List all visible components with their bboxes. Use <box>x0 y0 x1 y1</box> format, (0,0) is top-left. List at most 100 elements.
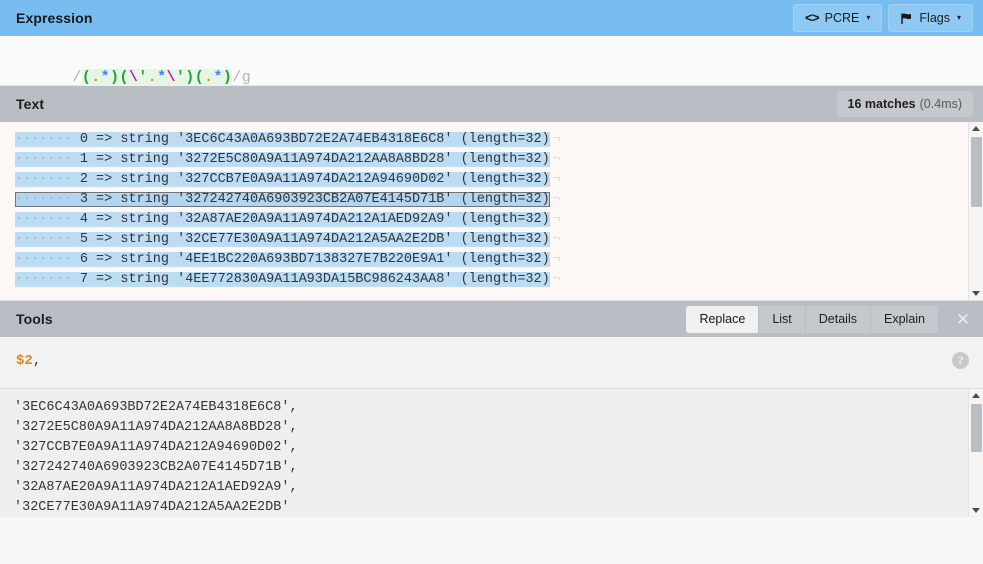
match-highlight[interactable]: ······· 5 => string '32CE77E30A9A11A974D… <box>15 232 550 247</box>
scroll-up-arrow[interactable] <box>969 389 983 402</box>
tools-panel-header: Tools Replace List Details Explain ✕ <box>0 301 983 337</box>
match-highlight[interactable]: ······· 6 => string '4EE1BC220A693BD7138… <box>15 252 550 267</box>
close-tools-button[interactable]: ✕ <box>953 311 973 328</box>
chevron-down-icon: ▾ <box>866 13 871 22</box>
flags-button[interactable]: Flags ▾ <box>888 4 973 32</box>
text-line[interactable]: ······· 3 => string '327242740A6903923CB… <box>0 190 561 210</box>
text-line[interactable]: ······· 2 => string '327CCB7E0A9A11A974D… <box>0 170 561 190</box>
replace-pattern[interactable]: $2, <box>16 353 983 369</box>
expression-close-delimiter: / <box>232 69 242 86</box>
length-annotation: (length=32) <box>460 272 550 287</box>
text-lines[interactable]: ······· 0 => string '3EC6C43A0A693BD72E2… <box>0 122 561 290</box>
line-break-marker: ¬ <box>552 232 561 247</box>
arrow-operator: => <box>96 132 113 147</box>
match-highlight[interactable]: ······· 4 => string '32A87AE20A9A11A974D… <box>15 212 550 227</box>
replace-result-area[interactable]: '3EC6C43A0A693BD72E2A74EB4318E6C8', '3272… <box>0 389 983 517</box>
match-count-badge: 16 matches (0.4ms) <box>836 91 973 117</box>
line-break-marker: ¬ <box>552 132 561 147</box>
value-type: string <box>120 272 169 287</box>
length-annotation: (length=32) <box>460 232 550 247</box>
capture-group-1: (.*) <box>81 69 120 86</box>
help-icon[interactable]: ? <box>952 352 969 369</box>
tool-tab-list[interactable]: List <box>759 305 806 333</box>
match-highlight-selected[interactable]: ······· 3 => string '327242740A6903923CB… <box>15 192 550 207</box>
line-break-marker: ¬ <box>552 272 561 287</box>
text-line[interactable]: ······· 1 => string '3272E5C80A9A11A974D… <box>0 150 561 170</box>
whitespace-dots: ······· <box>15 212 80 227</box>
value-type: string <box>120 132 169 147</box>
replace-result-lines: '3EC6C43A0A693BD72E2A74EB4318E6C8', '3272… <box>0 389 983 517</box>
value-type: string <box>120 152 169 167</box>
code-icon: <> <box>805 10 820 26</box>
expression-editor[interactable]: /(.*)(\'.*\')(.*)/g <box>0 36 983 86</box>
token-dot: . <box>147 69 158 86</box>
tool-tab-explain[interactable]: Explain <box>871 305 939 333</box>
replace-group-reference: $2 <box>16 353 33 369</box>
result-line: '32A87AE20A9A11A974DA212A1AED92A9', <box>14 480 298 495</box>
value-type: string <box>120 252 169 267</box>
length-annotation: (length=32) <box>460 192 550 207</box>
token-dot: . <box>91 69 101 86</box>
tool-tab-replace[interactable]: Replace <box>686 305 760 333</box>
text-panel-title: Text <box>16 96 45 112</box>
match-highlight[interactable]: ······· 7 => string '4EE772830A9A11A93DA… <box>15 272 550 287</box>
string-value: '3EC6C43A0A693BD72E2A74EB4318E6C8' <box>177 132 453 147</box>
match-time-label: (0.4ms) <box>919 97 962 111</box>
text-scrollbar-thumb[interactable] <box>971 137 982 207</box>
result-scrollbar[interactable] <box>968 389 983 517</box>
engine-selector-button[interactable]: <> PCRE ▾ <box>793 4 883 32</box>
result-line: '327CCB7E0A9A11A974DA212A94690D02', <box>14 440 298 455</box>
text-editor[interactable]: ······· 0 => string '3EC6C43A0A693BD72E2… <box>0 122 983 301</box>
value-type: string <box>120 232 169 247</box>
text-line[interactable]: ······· 4 => string '32A87AE20A9A11A974D… <box>0 210 561 230</box>
replace-input-area[interactable]: $2, ? <box>0 337 983 389</box>
arrow-operator: => <box>96 212 113 227</box>
text-line[interactable]: ······· 5 => string '32CE77E30A9A11A974D… <box>0 230 561 250</box>
match-highlight[interactable]: ······· 1 => string '3272E5C80A9A11A974D… <box>15 152 550 167</box>
arrow-operator: => <box>96 192 113 207</box>
scroll-down-arrow[interactable] <box>969 504 983 517</box>
length-annotation: (length=32) <box>460 172 550 187</box>
engine-selector-label: PCRE <box>824 11 860 25</box>
result-scrollbar-thumb[interactable] <box>971 404 982 452</box>
match-highlight[interactable]: ······· 2 => string '327CCB7E0A9A11A974D… <box>15 172 550 187</box>
text-line[interactable]: ······· 0 => string '3EC6C43A0A693BD72E2… <box>0 130 561 150</box>
token-paren-open: ( <box>119 69 129 86</box>
match-count-label: 16 matches <box>847 97 916 111</box>
scroll-up-arrow[interactable] <box>969 122 983 135</box>
length-annotation: (length=32) <box>460 132 550 147</box>
length-annotation: (length=32) <box>460 212 550 227</box>
string-value: '327CCB7E0A9A11A974DA212A94690D02' <box>177 172 453 187</box>
string-value: '327242740A6903923CB2A07E4145D71B' <box>177 192 453 207</box>
tool-tab-details[interactable]: Details <box>805 305 871 333</box>
whitespace-dots: ······· <box>15 132 80 147</box>
match-highlight[interactable]: ······· 0 => string '3EC6C43A0A693BD72E2… <box>15 132 550 147</box>
token-escape: \ <box>128 69 139 86</box>
scroll-down-arrow[interactable] <box>969 287 983 300</box>
chevron-down-icon: ▾ <box>956 13 961 22</box>
token-dot: . <box>204 69 214 86</box>
arrow-operator: => <box>96 272 113 287</box>
text-line[interactable]: ······· 7 => string '4EE772830A9A11A93DA… <box>0 270 561 290</box>
token-star: * <box>100 69 111 86</box>
result-line: '32CE77E30A9A11A974DA212A5AA2E2DB' <box>14 500 290 515</box>
line-break-marker: ¬ <box>552 212 561 227</box>
result-line: '3EC6C43A0A693BD72E2A74EB4318E6C8', <box>14 400 298 415</box>
string-value: '4EE1BC220A693BD7138327E7B220E9A1' <box>177 252 453 267</box>
text-line[interactable]: ······· 6 => string '4EE1BC220A693BD7138… <box>0 250 561 270</box>
text-scrollbar[interactable] <box>968 122 983 300</box>
line-break-marker: ¬ <box>552 172 561 187</box>
capture-group-3: (.*) <box>194 69 233 86</box>
length-annotation: (length=32) <box>460 152 550 167</box>
